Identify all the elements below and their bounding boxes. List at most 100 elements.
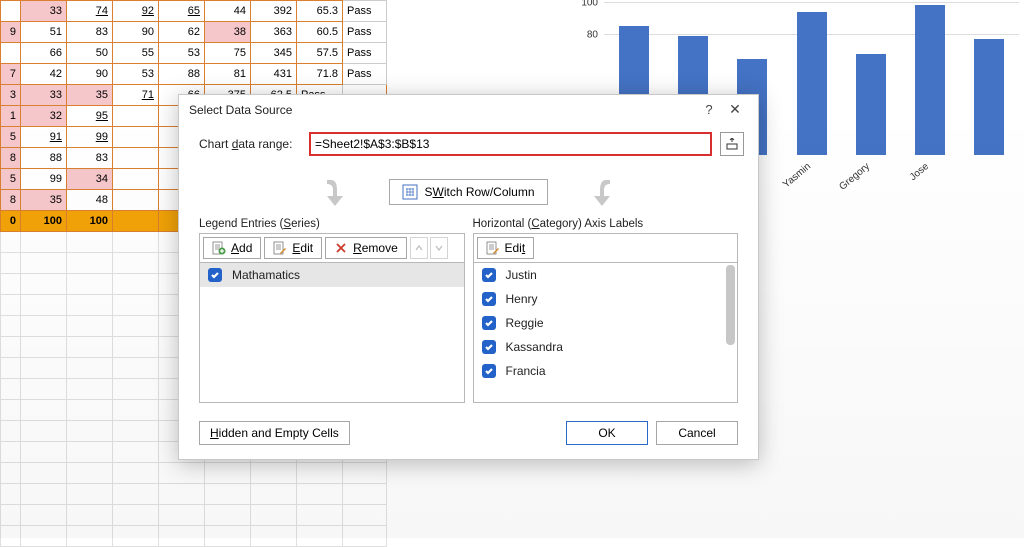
empty-cell[interactable] xyxy=(67,316,113,337)
empty-cell[interactable] xyxy=(113,421,159,442)
empty-cell[interactable] xyxy=(159,526,205,547)
cancel-button[interactable]: Cancel xyxy=(656,421,738,445)
empty-cell[interactable] xyxy=(113,442,159,463)
empty-cell[interactable] xyxy=(297,505,343,526)
empty-cell[interactable] xyxy=(1,358,21,379)
empty-cell[interactable] xyxy=(21,232,67,253)
chart-data-range-input[interactable] xyxy=(315,137,706,151)
cell[interactable]: 71.8 xyxy=(297,64,343,85)
cell[interactable]: 50 xyxy=(67,43,113,64)
cell[interactable]: 345 xyxy=(251,43,297,64)
cell[interactable]: 44 xyxy=(205,1,251,22)
cell[interactable]: 51 xyxy=(21,22,67,43)
cell[interactable]: 53 xyxy=(113,64,159,85)
cell[interactable] xyxy=(113,106,159,127)
cell[interactable]: 9 xyxy=(1,22,21,43)
hidden-empty-cells-button[interactable]: Hidden and Empty Cells xyxy=(199,421,350,445)
edit-series-button[interactable]: Edit xyxy=(264,237,322,259)
cell[interactable]: 66 xyxy=(21,43,67,64)
empty-cell[interactable] xyxy=(21,337,67,358)
empty-cell[interactable] xyxy=(1,526,21,547)
cell[interactable]: 91 xyxy=(21,127,67,148)
remove-series-button[interactable]: Remove xyxy=(325,237,407,259)
empty-cell[interactable] xyxy=(21,316,67,337)
collapse-dialog-button[interactable] xyxy=(720,132,744,156)
empty-cell[interactable] xyxy=(159,463,205,484)
empty-cell[interactable] xyxy=(1,400,21,421)
empty-cell[interactable] xyxy=(113,463,159,484)
cell[interactable]: 62 xyxy=(159,22,205,43)
cell[interactable]: Pass xyxy=(343,64,387,85)
empty-cell[interactable] xyxy=(297,484,343,505)
checkbox[interactable] xyxy=(482,340,496,354)
empty-cell[interactable] xyxy=(21,253,67,274)
scrollbar[interactable] xyxy=(726,265,735,345)
cell[interactable] xyxy=(113,190,159,211)
cell[interactable]: 99 xyxy=(67,127,113,148)
empty-cell[interactable] xyxy=(113,232,159,253)
empty-cell[interactable] xyxy=(251,484,297,505)
cell[interactable]: 8 xyxy=(1,190,21,211)
total-cell[interactable]: 100 xyxy=(67,211,113,232)
empty-cell[interactable] xyxy=(297,463,343,484)
cell[interactable]: 95 xyxy=(67,106,113,127)
empty-cell[interactable] xyxy=(1,421,21,442)
empty-cell[interactable] xyxy=(1,295,21,316)
cell[interactable] xyxy=(113,169,159,190)
empty-cell[interactable] xyxy=(67,358,113,379)
empty-cell[interactable] xyxy=(159,505,205,526)
move-series-down-button[interactable] xyxy=(430,237,448,259)
move-series-up-button[interactable] xyxy=(410,237,428,259)
cell[interactable]: 75 xyxy=(205,43,251,64)
empty-cell[interactable] xyxy=(343,526,387,547)
empty-cell[interactable] xyxy=(1,505,21,526)
series-list[interactable]: Mathamatics xyxy=(199,263,465,403)
category-item[interactable]: Justin xyxy=(474,263,738,287)
cell[interactable]: 3 xyxy=(1,85,21,106)
cell[interactable]: 35 xyxy=(21,190,67,211)
cell[interactable] xyxy=(1,43,21,64)
cell[interactable]: 90 xyxy=(113,22,159,43)
total-cell[interactable]: 100 xyxy=(21,211,67,232)
series-item[interactable]: Mathamatics xyxy=(200,263,464,287)
category-item[interactable]: Kassandra xyxy=(474,335,738,359)
empty-cell[interactable] xyxy=(1,442,21,463)
empty-cell[interactable] xyxy=(67,526,113,547)
empty-cell[interactable] xyxy=(21,379,67,400)
cell[interactable]: 99 xyxy=(21,169,67,190)
empty-cell[interactable] xyxy=(67,442,113,463)
empty-cell[interactable] xyxy=(113,484,159,505)
cell[interactable]: 48 xyxy=(67,190,113,211)
empty-cell[interactable] xyxy=(67,253,113,274)
empty-cell[interactable] xyxy=(67,400,113,421)
empty-cell[interactable] xyxy=(67,484,113,505)
cell[interactable]: 33 xyxy=(21,85,67,106)
cell[interactable]: 53 xyxy=(159,43,205,64)
empty-cell[interactable] xyxy=(21,442,67,463)
checkbox[interactable] xyxy=(482,364,496,378)
cell[interactable]: 7 xyxy=(1,64,21,85)
empty-cell[interactable] xyxy=(67,337,113,358)
cell[interactable]: Pass xyxy=(343,1,387,22)
empty-cell[interactable] xyxy=(113,358,159,379)
empty-cell[interactable] xyxy=(1,379,21,400)
cell[interactable] xyxy=(113,148,159,169)
empty-cell[interactable] xyxy=(113,505,159,526)
empty-cell[interactable] xyxy=(251,463,297,484)
empty-cell[interactable] xyxy=(113,274,159,295)
empty-cell[interactable] xyxy=(113,295,159,316)
cell[interactable]: 42 xyxy=(21,64,67,85)
category-item[interactable]: Reggie xyxy=(474,311,738,335)
empty-cell[interactable] xyxy=(67,463,113,484)
cell[interactable]: 34 xyxy=(67,169,113,190)
ok-button[interactable]: OK xyxy=(566,421,648,445)
empty-cell[interactable] xyxy=(251,505,297,526)
empty-cell[interactable] xyxy=(21,295,67,316)
cell[interactable] xyxy=(113,127,159,148)
cell[interactable]: 81 xyxy=(205,64,251,85)
empty-cell[interactable] xyxy=(251,526,297,547)
checkbox[interactable] xyxy=(482,268,496,282)
empty-cell[interactable] xyxy=(21,421,67,442)
checkbox[interactable] xyxy=(208,268,222,282)
empty-cell[interactable] xyxy=(21,526,67,547)
